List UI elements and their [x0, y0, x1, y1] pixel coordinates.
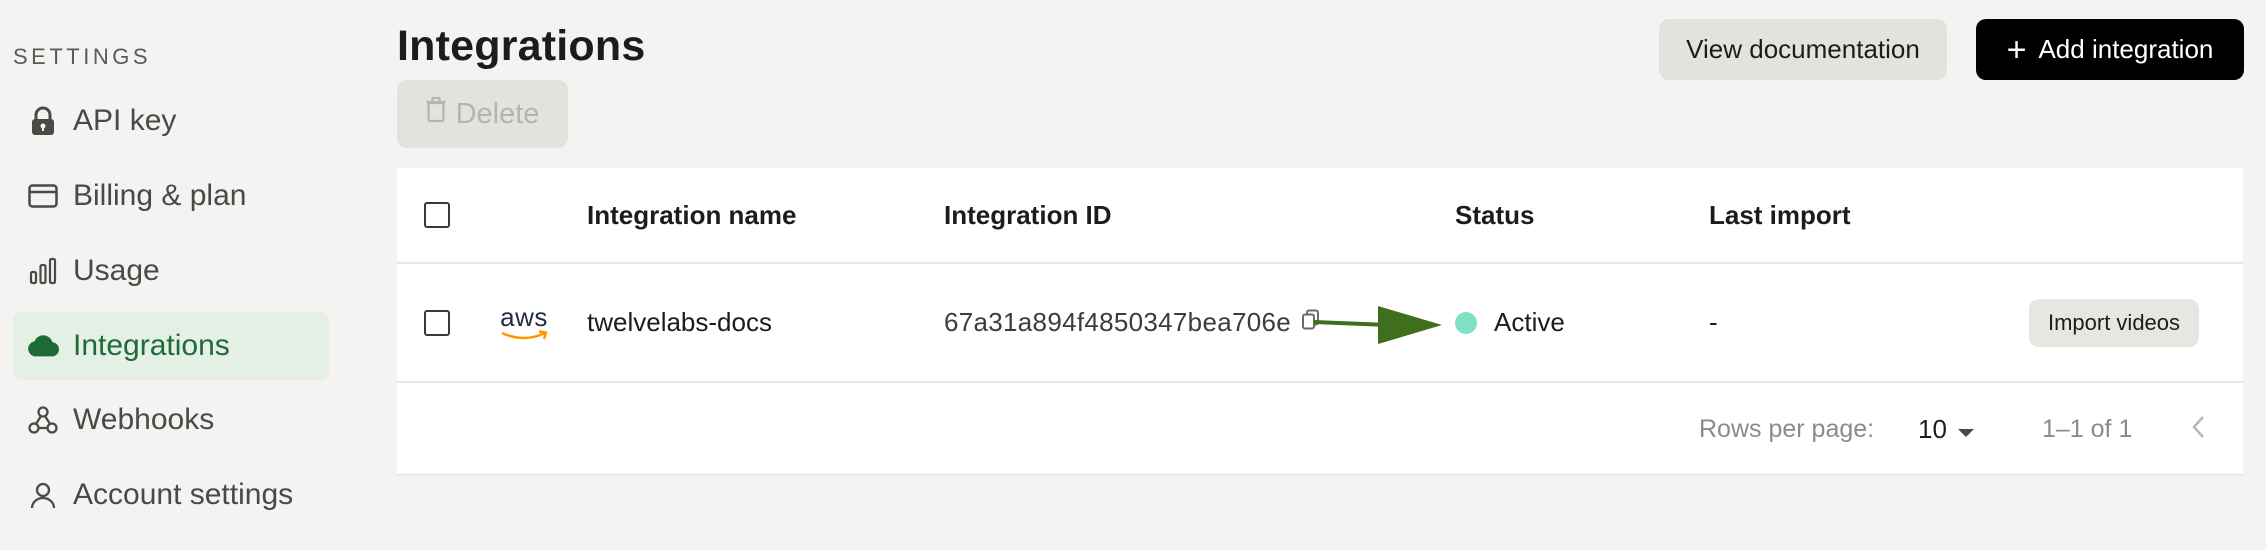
plus-icon: + [2006, 30, 2027, 69]
credit-card-icon [27, 180, 59, 212]
delete-button[interactable]: Delete [397, 80, 568, 148]
trash-icon [426, 97, 446, 131]
select-all-checkbox[interactable] [424, 202, 450, 228]
sidebar-heading: SETTINGS [13, 44, 152, 69]
caret-down-icon [1957, 414, 1975, 445]
aws-logo-icon: aws [499, 304, 549, 342]
column-header-name[interactable]: Integration name [587, 168, 796, 262]
column-header-last-import[interactable]: Last import [1709, 168, 1851, 262]
pagination: Rows per page: 10 1–1 of 1 [397, 383, 2243, 475]
column-header-id[interactable]: Integration ID [944, 168, 1112, 262]
sidebar-item-integrations[interactable]: Integrations [13, 312, 329, 380]
sidebar-item-usage[interactable]: Usage [13, 237, 329, 305]
sidebar-item-label: Webhooks [73, 403, 215, 436]
annotation-arrow-icon [1314, 306, 1442, 344]
bar-chart-icon [27, 255, 59, 287]
column-header-status[interactable]: Status [1455, 168, 1534, 262]
pagination-range: 1–1 of 1 [2042, 414, 2133, 443]
view-documentation-label: View documentation [1686, 34, 1920, 64]
rows-per-page-label: Rows per page: [1699, 414, 1875, 443]
previous-page-icon[interactable] [2191, 415, 2205, 444]
table-header: Integration name Integration ID Status L… [397, 168, 2243, 264]
user-icon [27, 479, 59, 511]
webhook-icon [27, 404, 59, 436]
integration-name: twelvelabs-docs [587, 307, 772, 337]
delete-label: Delete [455, 97, 540, 130]
sidebar-item-account-settings[interactable]: Account settings [13, 461, 329, 529]
status-dot-icon [1455, 311, 1477, 334]
last-import: - [1709, 307, 1718, 337]
sidebar-item-label: Integrations [73, 329, 230, 362]
integration-id: 67a31a894f4850347bea706e [944, 307, 1292, 337]
import-videos-label: Import videos [2047, 309, 2181, 335]
status-badge: Active [1494, 307, 1565, 337]
sidebar: SETTINGS API key Billing & plan Usage In… [0, 0, 345, 550]
sidebar-item-label: Account settings [73, 478, 294, 511]
sidebar-item-label: Billing & plan [73, 179, 247, 212]
sidebar-item-billing[interactable]: Billing & plan [13, 162, 329, 230]
view-documentation-button[interactable]: View documentation [1659, 19, 1947, 80]
row-checkbox[interactable] [424, 309, 450, 336]
add-integration-button[interactable]: + Add integration [1976, 19, 2244, 80]
sidebar-item-webhooks[interactable]: Webhooks [13, 386, 329, 454]
import-videos-button[interactable]: Import videos [2029, 298, 2199, 347]
page-title: Integrations [397, 22, 646, 70]
add-integration-label: Add integration [2038, 34, 2214, 64]
sidebar-item-label: API key [73, 104, 177, 137]
rows-per-page-select[interactable]: 10 [1918, 414, 1975, 445]
sidebar-item-label: Usage [73, 254, 160, 287]
lock-icon [27, 105, 59, 137]
rows-per-page-value: 10 [1918, 413, 1947, 444]
sidebar-item-api-key[interactable]: API key [13, 87, 329, 155]
cloud-icon [27, 330, 59, 362]
